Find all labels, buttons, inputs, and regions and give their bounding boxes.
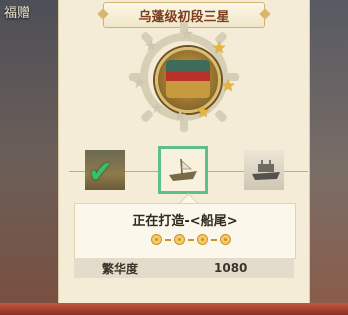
ship-stern-icon [169, 158, 197, 181]
star-icon-empty: ★ [150, 98, 165, 117]
stat-label: 繁华度 [102, 261, 139, 276]
side-label: 福赠 [4, 6, 31, 21]
progress-link [211, 238, 217, 241]
slot-current-part[interactable] [158, 146, 208, 194]
slot-next-part[interactable] [244, 150, 284, 190]
progress-dot-icon [220, 234, 231, 245]
star-icon-filled: ★ [221, 76, 236, 95]
star-icon-empty: ★ [173, 106, 188, 125]
progress-link [165, 238, 171, 241]
prosperity-stat-row: 繁华度 1080 [74, 258, 294, 278]
check-icon: ✔ [88, 155, 114, 190]
footer-strip [0, 303, 348, 315]
progress-dot-icon [174, 234, 185, 245]
ship-emblem-image [166, 60, 210, 98]
star-icon-empty: ★ [180, 24, 195, 43]
progress-dot-icon [151, 234, 162, 245]
background-scenery-right [308, 0, 348, 315]
star-icon-empty: ★ [144, 36, 159, 55]
build-status-card: 正在打造-<船尾> [74, 203, 296, 259]
slot-completed-part[interactable]: ✔ [85, 150, 125, 190]
star-icon-filled: ★ [212, 38, 227, 57]
progress-dot-icon [197, 234, 208, 245]
progress-dots [151, 234, 231, 245]
background-scenery-left: 福赠 [0, 0, 58, 315]
star-icon-empty: ★ [132, 73, 147, 92]
star-icon-filled: ★ [196, 102, 211, 121]
progress-link [188, 238, 194, 241]
stat-value: 1080 [214, 261, 248, 275]
build-status-text: 正在打造-<船尾> [132, 214, 238, 229]
ship-next-icon [252, 160, 280, 180]
